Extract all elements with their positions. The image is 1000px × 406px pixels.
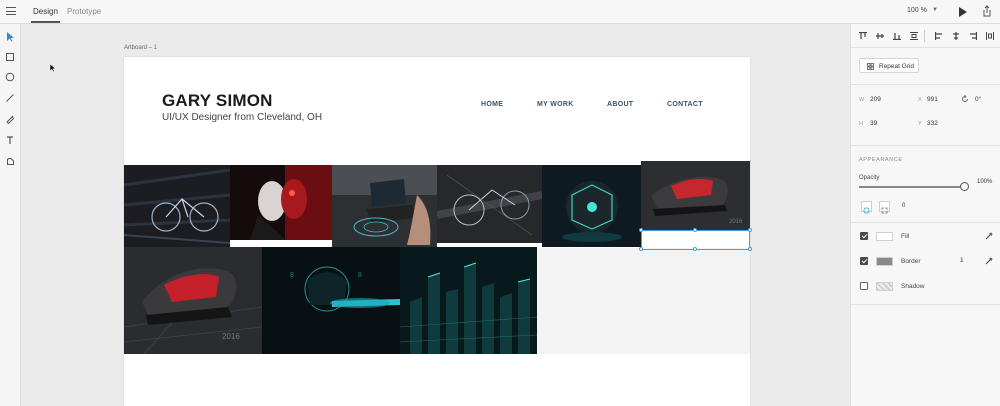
top-bar: Design Prototype 100 % ▼: [0, 0, 1000, 24]
grid-empty-area: [537, 248, 750, 354]
per-corner-icon: [881, 207, 888, 214]
height-label: H: [859, 121, 863, 127]
repeat-grid-label: Repeat Grid: [879, 63, 915, 70]
divider: [851, 145, 1000, 146]
distribute-horizontal-icon[interactable]: [986, 32, 994, 40]
align-bottom-icon[interactable]: [893, 32, 901, 40]
shadow-color-swatch[interactable]: [876, 282, 893, 291]
align-right-icon[interactable]: [969, 32, 977, 40]
width-field[interactable]: 209: [870, 96, 881, 103]
svg-text:2016: 2016: [222, 332, 240, 341]
align-toolbar: [851, 24, 1000, 48]
artboard-tool-icon[interactable]: [4, 155, 16, 167]
ellipse-tool-icon[interactable]: [4, 71, 16, 83]
eyedropper-icon[interactable]: [985, 257, 993, 265]
shadow-label: Shadow: [901, 283, 925, 290]
repeat-grid-button[interactable]: Repeat Grid: [859, 58, 919, 73]
site-name[interactable]: GARY SIMON: [162, 91, 273, 111]
fill-label: Fill: [901, 233, 910, 240]
tools-panel: [0, 24, 21, 406]
divider: [851, 304, 1000, 305]
artboard[interactable]: GARY SIMON UI/UX Designer from Cleveland…: [124, 57, 752, 406]
nav-home[interactable]: HOME: [481, 101, 503, 108]
pen-tool-icon[interactable]: [4, 113, 16, 125]
zoom-level[interactable]: 100 %: [907, 7, 927, 14]
photo-laptop[interactable]: [332, 165, 437, 247]
site-tagline[interactable]: UI/UX Designer from Cleveland, OH: [162, 112, 322, 123]
border-color-swatch[interactable]: [876, 257, 893, 266]
distribute-vertical-icon[interactable]: [910, 32, 918, 40]
opacity-label: Opacity: [859, 175, 880, 181]
align-center-icon[interactable]: [952, 32, 960, 40]
resize-handle[interactable]: [639, 247, 643, 251]
play-icon[interactable]: [959, 7, 967, 17]
grid-icon: [867, 63, 874, 70]
x-label: X: [918, 97, 922, 103]
photo-helmet[interactable]: 8 8: [262, 247, 400, 354]
select-tool-icon[interactable]: [4, 30, 16, 42]
chevron-down-icon[interactable]: ▼: [932, 7, 938, 13]
svg-text:2016: 2016: [729, 219, 743, 225]
rotate-icon: [962, 95, 968, 102]
border-checkbox[interactable]: [860, 257, 868, 265]
svg-text:8: 8: [290, 272, 294, 279]
fill-color-swatch[interactable]: [876, 232, 893, 241]
align-top-icon[interactable]: [859, 32, 867, 40]
photo-sneaker-large[interactable]: 2016: [124, 247, 262, 354]
resize-handle[interactable]: [748, 228, 752, 232]
rotation-field[interactable]: 0°: [975, 96, 981, 103]
per-corner-button[interactable]: [879, 201, 890, 214]
rectangle-tool-icon[interactable]: [4, 51, 16, 63]
align-middle-icon[interactable]: [876, 32, 884, 40]
border-width-field[interactable]: 1: [960, 257, 964, 264]
photo-sneaker-small[interactable]: 2016: [641, 161, 750, 231]
resize-handle[interactable]: [639, 228, 643, 232]
nav-my-work[interactable]: MY WORK: [537, 101, 574, 108]
shadow-checkbox[interactable]: [860, 282, 868, 290]
tab-design[interactable]: Design: [31, 7, 60, 23]
opacity-slider[interactable]: [859, 186, 964, 188]
resize-handle[interactable]: [693, 228, 697, 232]
text-tool-icon[interactable]: [4, 134, 16, 146]
cursor-icon: [49, 63, 57, 73]
resize-handle[interactable]: [748, 247, 752, 251]
share-icon[interactable]: [982, 5, 992, 17]
x-field[interactable]: 991: [927, 96, 938, 103]
opacity-value[interactable]: 100%: [977, 179, 992, 185]
photo-bicycle[interactable]: [124, 165, 230, 247]
divider: [851, 84, 1000, 85]
toolbar-divider: [924, 30, 925, 42]
tab-prototype[interactable]: Prototype: [67, 7, 101, 16]
divider: [851, 222, 1000, 223]
width-label: W: [859, 97, 865, 103]
align-left-icon[interactable]: [935, 32, 943, 40]
nav-contact[interactable]: CONTACT: [667, 101, 703, 108]
corner-radius-field[interactable]: 0: [902, 203, 905, 209]
resize-handle[interactable]: [693, 247, 697, 251]
height-field[interactable]: 39: [870, 120, 877, 127]
line-tool-icon[interactable]: [4, 92, 16, 104]
photo-city[interactable]: [400, 247, 537, 354]
photo-wheel-wireframe[interactable]: [437, 165, 542, 243]
uniform-corner-icon: [863, 207, 870, 214]
y-field[interactable]: 332: [927, 120, 938, 127]
menu-icon[interactable]: [6, 7, 16, 15]
y-label: Y: [918, 121, 922, 127]
photo-robot-ball[interactable]: [542, 165, 642, 247]
appearance-heading: APPEARANCE: [859, 157, 903, 163]
border-label: Border: [901, 258, 921, 265]
uniform-corner-button[interactable]: [861, 201, 872, 214]
eyedropper-icon[interactable]: [985, 232, 993, 240]
photo-robot-face[interactable]: [230, 165, 332, 240]
fill-checkbox[interactable]: [860, 232, 868, 240]
nav-about[interactable]: ABOUT: [607, 101, 633, 108]
opacity-slider-handle[interactable]: [960, 182, 969, 191]
artboard-label[interactable]: Artboard – 1: [124, 45, 157, 51]
svg-text:8: 8: [358, 272, 362, 279]
property-inspector: Repeat Grid W 209 X 991 0° H 39 Y 332 AP…: [850, 24, 1000, 406]
